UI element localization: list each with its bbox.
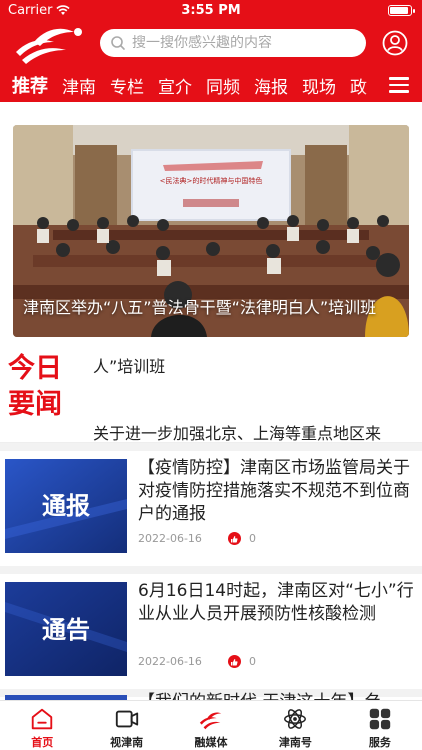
- search-input[interactable]: [132, 35, 352, 51]
- menu-icon[interactable]: [376, 70, 422, 100]
- status-time: 3:55 PM: [181, 3, 241, 18]
- home-icon: [31, 708, 53, 730]
- battery-icon: [388, 5, 415, 16]
- tab-poster[interactable]: 海报: [254, 73, 288, 98]
- search-icon: [111, 36, 125, 50]
- like-count: 0: [248, 532, 256, 545]
- thumbs-up-icon: [227, 532, 241, 545]
- news-title[interactable]: 【疫情防控】津南区市场监管局关于对疫情防控措施落实不规范不到位商户的通报: [138, 457, 414, 526]
- section-divider: [0, 566, 422, 574]
- user-profile-icon[interactable]: [382, 30, 408, 56]
- thumbs-up-icon: [227, 655, 241, 668]
- news-title[interactable]: 6月16日14时起，津南区对“七小”行业从业人员开展预防性核酸检测: [138, 580, 414, 626]
- app-header: Carrier 3:55 PM 推荐 津南 专栏 宣介 同频: [0, 0, 422, 102]
- media-logo-icon: [199, 712, 222, 730]
- news-meta: 2022-06-16 0: [138, 532, 256, 545]
- nav-home[interactable]: 首页: [0, 701, 84, 750]
- search-bar[interactable]: [100, 29, 366, 57]
- news-meta: 2022-06-16 0: [138, 655, 256, 668]
- today-headlines[interactable]: 今日 要闻 人”培训班 关于进一步加强北京、上海等重点地区来: [0, 343, 422, 443]
- section-divider: [0, 443, 422, 451]
- nav-home-label: 首页: [31, 736, 54, 749]
- tab-recommend[interactable]: 推荐: [12, 72, 48, 98]
- tab-live[interactable]: 现场: [302, 73, 336, 98]
- bottom-nav: 首页 视津南 融媒体 津南号 服务: [0, 700, 422, 750]
- nav-services[interactable]: 服务: [338, 701, 422, 750]
- thumb-label: 通告: [42, 616, 90, 644]
- nav-video[interactable]: 视津南: [84, 701, 168, 750]
- news-title[interactable]: 【我们的新时代 天津这十年】刍: [138, 691, 414, 700]
- news-date: 2022-06-16: [138, 655, 202, 668]
- banner-screen-text: <民法典>的时代精神与中国特色: [160, 176, 263, 185]
- tab-promotion[interactable]: 宣介: [158, 73, 192, 98]
- news-date: 2022-06-16: [138, 532, 202, 545]
- like-button[interactable]: 0: [227, 655, 256, 668]
- nav-services-label: 服务: [368, 736, 391, 749]
- banner-caption: 津南区举办“八五”普法骨干暨“法律明白人”培训班: [23, 298, 377, 317]
- nav-media[interactable]: 融媒体: [169, 701, 253, 750]
- tab-sync[interactable]: 同频: [206, 73, 240, 98]
- atom-icon: [284, 709, 307, 729]
- status-bar: Carrier 3:55 PM: [0, 0, 422, 22]
- nav-jinnan-hao[interactable]: 津南号: [253, 701, 337, 750]
- today-headlines-badge: 今日 要闻: [8, 351, 78, 439]
- news-item[interactable]: 通告 6月16日14时起，津南区对“七小”行业从业人员开展预防性核酸检测 202…: [0, 574, 422, 689]
- nav-jinnan-hao-label: 津南号: [278, 736, 312, 749]
- nav-video-label: 视津南: [110, 736, 144, 749]
- tab-jinnan[interactable]: 津南: [62, 73, 96, 98]
- headline-scroll-line-1[interactable]: 人”培训班: [93, 353, 165, 377]
- app-logo[interactable]: [12, 22, 88, 68]
- featured-banner[interactable]: <民法典>的时代精神与中国特色 津南区举办“八五”普法骨干暨“法律明白人”培训班: [13, 125, 409, 337]
- thumb-label: 通报: [42, 492, 90, 520]
- video-icon: [115, 710, 138, 728]
- category-tabs: 推荐 津南 专栏 宣介 同频 海报 现场 政: [0, 70, 422, 100]
- news-thumbnail: 通告: [5, 582, 127, 676]
- grid-icon: [369, 708, 391, 730]
- badge-line-2: 要闻: [8, 389, 62, 420]
- headline-scroll-line-2[interactable]: 关于进一步加强北京、上海等重点地区来: [93, 420, 415, 444]
- badge-line-1: 今日: [8, 353, 62, 384]
- news-thumbnail: 通报: [5, 459, 127, 553]
- tab-column[interactable]: 专栏: [110, 73, 144, 98]
- like-button[interactable]: 0: [227, 532, 256, 545]
- like-count: 0: [248, 655, 256, 668]
- nav-media-label: 融媒体: [194, 736, 228, 749]
- news-item[interactable]: 通报 【疫情防控】津南区市场监管局关于对疫情防控措施落实不规范不到位商户的通报 …: [0, 451, 422, 566]
